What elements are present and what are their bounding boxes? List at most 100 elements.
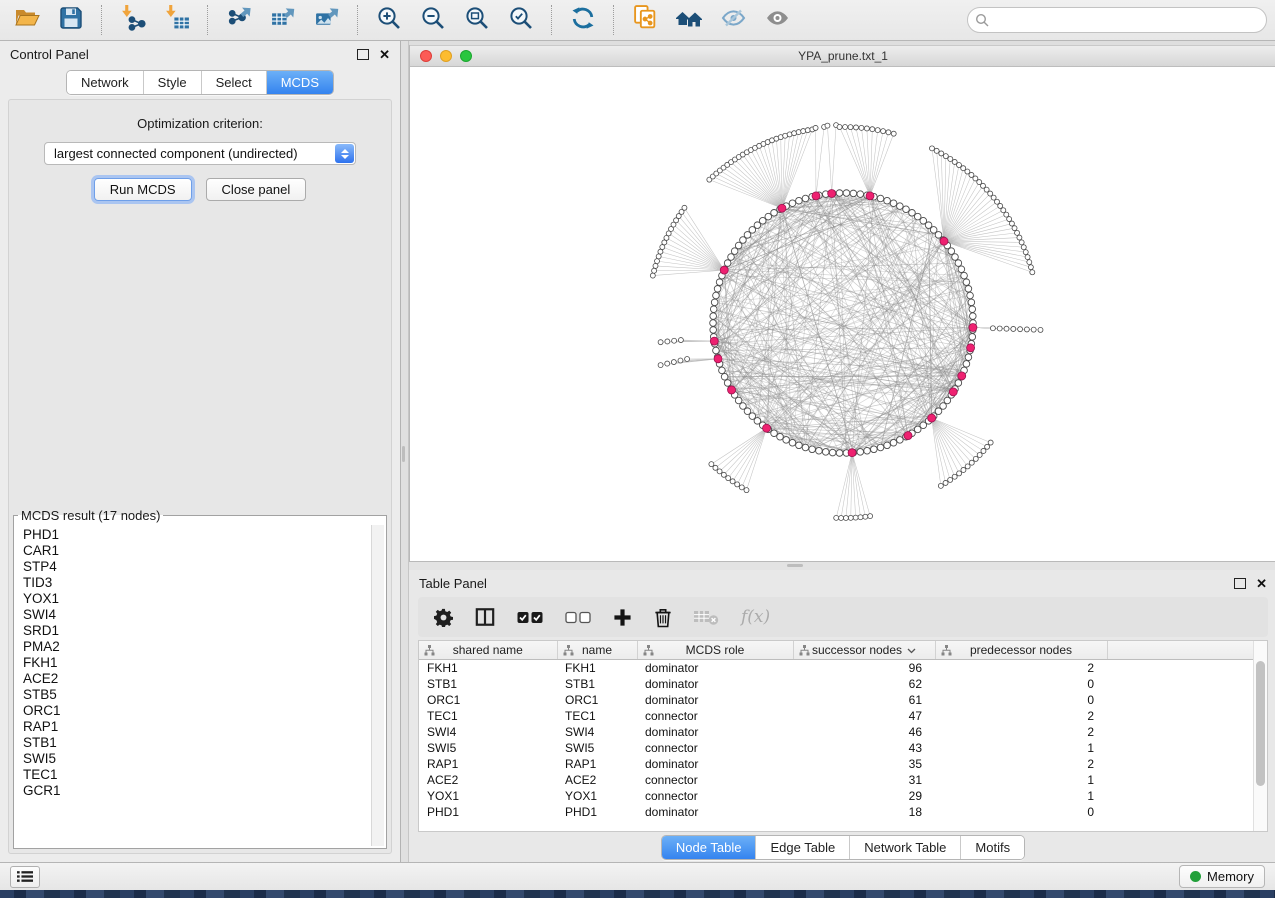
- add-column-icon[interactable]: [613, 608, 632, 627]
- graph-satellite-node[interactable]: [653, 263, 658, 268]
- gear-icon[interactable]: [434, 608, 453, 627]
- table-cell[interactable]: [1107, 772, 1255, 788]
- splitter-grip[interactable]: [787, 564, 803, 567]
- graph-node[interactable]: [809, 446, 816, 453]
- graph-node[interactable]: [719, 367, 726, 374]
- graph-node[interactable]: [796, 197, 803, 204]
- table-cell[interactable]: 1: [935, 740, 1107, 756]
- graph-satellite-node[interactable]: [1015, 230, 1020, 235]
- graph-node[interactable]: [771, 430, 778, 437]
- graph-node[interactable]: [829, 449, 836, 456]
- node-table-row[interactable]: ACE2ACE2connector311: [419, 772, 1255, 788]
- graph-node[interactable]: [877, 444, 884, 451]
- close-panel-icon[interactable]: ✕: [1256, 577, 1267, 590]
- graph-dominator-node[interactable]: [958, 372, 966, 380]
- graph-satellite-node[interactable]: [957, 471, 962, 476]
- graph-node[interactable]: [783, 437, 790, 444]
- graph-satellite-node[interactable]: [650, 273, 655, 278]
- graph-node[interactable]: [958, 266, 965, 273]
- graph-satellite-node[interactable]: [868, 514, 873, 519]
- graph-node[interactable]: [836, 450, 843, 457]
- table-cell[interactable]: connector: [637, 772, 793, 788]
- table-cell[interactable]: SWI4: [419, 724, 557, 740]
- graph-node[interactable]: [969, 306, 976, 313]
- import-network-button[interactable]: [114, 4, 152, 36]
- graph-satellite-node[interactable]: [886, 130, 891, 135]
- graph-dominator-node[interactable]: [848, 449, 856, 457]
- table-cell[interactable]: [1107, 724, 1255, 740]
- graph-satellite-node[interactable]: [853, 515, 858, 520]
- close-window-icon[interactable]: [420, 50, 432, 62]
- mcds-result-item[interactable]: GCR1: [16, 783, 371, 799]
- graph-node[interactable]: [710, 313, 717, 320]
- horizontal-splitter[interactable]: [409, 562, 1275, 570]
- criterion-dropdown[interactable]: largest connected component (undirected): [44, 142, 356, 165]
- close-panel-icon[interactable]: ✕: [379, 48, 390, 61]
- graph-node[interactable]: [816, 447, 823, 454]
- graph-satellite-node[interactable]: [961, 467, 966, 472]
- search-input[interactable]: [967, 7, 1267, 33]
- tab-network[interactable]: Network: [67, 71, 143, 94]
- graph-satellite-node[interactable]: [672, 338, 677, 343]
- mcds-result-item[interactable]: FKH1: [16, 655, 371, 671]
- graph-satellite-node[interactable]: [658, 363, 663, 368]
- graph-node[interactable]: [864, 447, 871, 454]
- graph-node[interactable]: [857, 191, 864, 198]
- table-cell[interactable]: [1107, 804, 1255, 820]
- graph-node[interactable]: [909, 209, 916, 216]
- graph-satellite-node[interactable]: [943, 480, 948, 485]
- graph-satellite-node[interactable]: [682, 205, 687, 210]
- table-cell[interactable]: 35: [793, 756, 935, 772]
- hide-selected-button[interactable]: [714, 4, 752, 36]
- graph-node[interactable]: [771, 209, 778, 216]
- graph-node[interactable]: [796, 442, 803, 449]
- graph-satellite-node[interactable]: [988, 440, 993, 445]
- graph-satellite-node[interactable]: [671, 360, 676, 365]
- node-table-row[interactable]: TEC1TEC1connector472: [419, 708, 1255, 724]
- graph-satellite-node[interactable]: [1012, 226, 1017, 231]
- table-cell[interactable]: [1107, 756, 1255, 772]
- graph-satellite-node[interactable]: [948, 477, 953, 482]
- column-layout-icon[interactable]: [475, 607, 495, 627]
- first-neighbors-button[interactable]: [670, 4, 708, 36]
- graph-satellite-node[interactable]: [939, 151, 944, 156]
- graph-satellite-node[interactable]: [965, 464, 970, 469]
- graph-satellite-node[interactable]: [678, 338, 683, 343]
- graph-node[interactable]: [965, 285, 972, 292]
- graph-node[interactable]: [963, 279, 970, 286]
- graph-satellite-node[interactable]: [969, 460, 974, 465]
- graph-satellite-node[interactable]: [859, 125, 864, 130]
- graph-node[interactable]: [765, 213, 772, 220]
- table-cell[interactable]: STB1: [419, 676, 557, 692]
- graph-node[interactable]: [948, 248, 955, 255]
- minimize-window-icon[interactable]: [440, 50, 452, 62]
- graph-satellite-node[interactable]: [713, 465, 718, 470]
- mcds-result-item[interactable]: STB1: [16, 735, 371, 751]
- delete-column-icon[interactable]: [654, 607, 672, 628]
- graph-satellite-node[interactable]: [1019, 240, 1024, 245]
- graph-node[interactable]: [952, 254, 959, 261]
- graph-satellite-node[interactable]: [938, 483, 943, 488]
- graph-node[interactable]: [850, 190, 857, 197]
- graph-dominator-node[interactable]: [940, 237, 948, 245]
- graph-satellite-node[interactable]: [658, 340, 663, 345]
- table-cell[interactable]: 2: [935, 708, 1107, 724]
- mcds-result-item[interactable]: ACE2: [16, 671, 371, 687]
- graph-satellite-node[interactable]: [1009, 221, 1014, 226]
- graph-satellite-node[interactable]: [656, 254, 661, 259]
- graph-satellite-node[interactable]: [739, 485, 744, 490]
- graph-satellite-node[interactable]: [1030, 270, 1035, 275]
- table-cell[interactable]: connector: [637, 788, 793, 804]
- tab-node-table[interactable]: Node Table: [662, 836, 756, 859]
- graph-node[interactable]: [963, 361, 970, 368]
- graph-node[interactable]: [969, 334, 976, 341]
- table-cell[interactable]: 0: [935, 692, 1107, 708]
- node-table-row[interactable]: FKH1FKH1dominator962: [419, 660, 1255, 677]
- graph-satellite-node[interactable]: [1031, 327, 1036, 332]
- mcds-result-item[interactable]: RAP1: [16, 719, 371, 735]
- graph-dominator-node[interactable]: [969, 324, 977, 332]
- table-cell[interactable]: 61: [793, 692, 935, 708]
- vertical-splitter[interactable]: [400, 41, 409, 862]
- table-cell[interactable]: 0: [935, 804, 1107, 820]
- column-header-predecessor-nodes[interactable]: predecessor nodes: [935, 641, 1107, 660]
